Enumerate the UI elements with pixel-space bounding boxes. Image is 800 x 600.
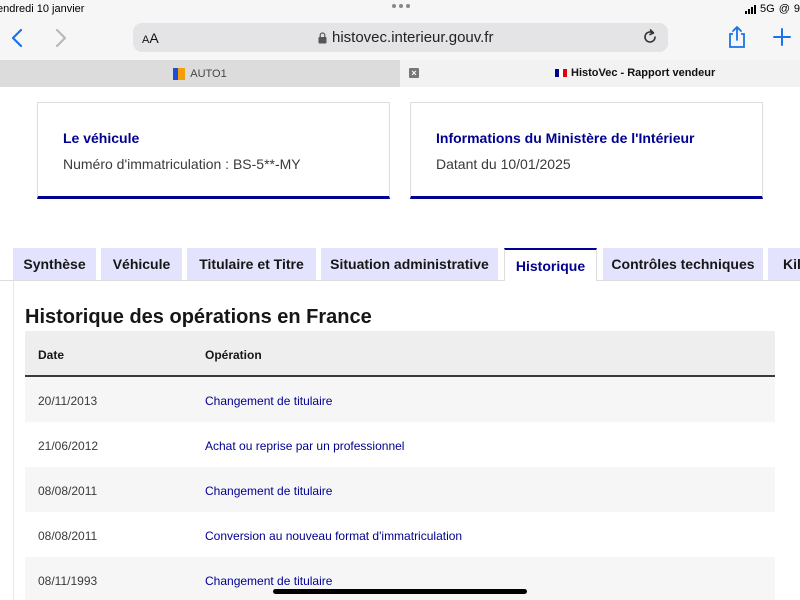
network-label: 5G [760, 3, 775, 15]
row-date: 08/08/2011 [38, 529, 98, 543]
tab-titulaire-et-titre[interactable]: Titulaire et Titre [187, 248, 316, 280]
reload-icon[interactable] [641, 28, 659, 46]
row-operation-link[interactable]: Achat ou reprise par un professionnel [205, 439, 404, 453]
table-row: 08/08/2011 Conversion au nouveau format … [25, 512, 775, 557]
multitasking-dots-icon[interactable] [392, 4, 410, 10]
row-operation-link[interactable]: Changement de titulaire [205, 484, 332, 498]
history-table: Date Opération 20/11/2013 Changement de … [25, 331, 775, 600]
page-content: Le véhicule Numéro d'immatriculation : B… [0, 88, 800, 600]
tab-synthese[interactable]: Synthèse [13, 248, 96, 280]
tab-vehicule[interactable]: Véhicule [101, 248, 182, 280]
new-tab-plus-icon[interactable] [772, 27, 792, 47]
status-indicators: 5G @ 9 [745, 3, 800, 15]
browser-toolbar: AA histovec.interieur.gouv.fr [0, 20, 800, 60]
browser-tab-histovec[interactable]: × HistoVec - Rapport vendeur [400, 60, 800, 87]
table-row: 20/11/2013 Changement de titulaire [25, 377, 775, 422]
tab-kilometrage[interactable]: Kil [768, 248, 800, 280]
at-sign-icon: @ [778, 3, 790, 15]
signal-icon [745, 4, 757, 14]
column-header-operation: Opération [205, 348, 262, 362]
row-operation-link[interactable]: Conversion au nouveau format d'immatricu… [205, 529, 462, 543]
text-size-button[interactable]: AA [142, 30, 159, 46]
row-date: 20/11/2013 [38, 394, 98, 408]
french-flag-icon [555, 69, 567, 77]
browser-tab-label: AUTO1 [190, 67, 227, 80]
home-indicator[interactable] [273, 589, 527, 594]
browser-tab-label: HistoVec - Rapport vendeur [571, 67, 716, 79]
table-row: 08/08/2011 Changement de titulaire [25, 467, 775, 512]
battery-label: 9 [793, 3, 800, 15]
back-arrow-icon[interactable] [8, 27, 28, 49]
forward-arrow-icon[interactable] [50, 27, 70, 49]
tab-historique[interactable]: Historique [504, 248, 597, 281]
tab-controles-techniques[interactable]: Contrôles techniques [603, 248, 763, 280]
row-operation-link[interactable]: Changement de titulaire [205, 394, 332, 408]
url-text: histovec.interieur.gouv.fr [332, 29, 494, 46]
auto1-favicon-icon [173, 67, 186, 80]
report-date: Datant du 10/01/2025 [436, 156, 571, 172]
card-title: Le véhicule [63, 130, 140, 146]
column-header-date: Date [38, 348, 65, 362]
browser-tab-auto1[interactable]: AUTO1 [0, 60, 400, 87]
url-display[interactable]: histovec.interieur.gouv.fr [318, 29, 493, 46]
status-bar: endredi 10 janvier 5G @ 9 [0, 0, 800, 20]
card-title: Informations du Ministère de l'Intérieur [436, 130, 695, 146]
row-date: 21/06/2012 [38, 439, 99, 453]
ministry-info-card: Informations du Ministère de l'Intérieur… [410, 102, 763, 199]
registration-number: Numéro d'immatriculation : BS-5**-MY [63, 156, 301, 172]
close-tab-icon[interactable]: × [409, 68, 419, 78]
lock-icon [318, 31, 327, 43]
share-icon[interactable] [726, 25, 748, 49]
browser-tab-bar: AUTO1 × HistoVec - Rapport vendeur [0, 60, 800, 87]
row-operation-link[interactable]: Changement de titulaire [205, 574, 332, 588]
row-date: 08/08/2011 [38, 484, 98, 498]
table-row: 21/06/2012 Achat ou reprise par un profe… [25, 422, 775, 467]
address-bar[interactable]: AA histovec.interieur.gouv.fr [133, 23, 668, 52]
section-title: Historique des opérations en France [25, 306, 372, 328]
table-header: Date Opération [25, 331, 775, 377]
vehicle-card: Le véhicule Numéro d'immatriculation : B… [37, 102, 390, 199]
row-date: 08/11/1993 [38, 574, 98, 588]
tab-situation-administrative[interactable]: Situation administrative [321, 248, 498, 280]
status-date: endredi 10 janvier [0, 3, 85, 15]
table-body: 20/11/2013 Changement de titulaire 21/06… [25, 377, 775, 600]
